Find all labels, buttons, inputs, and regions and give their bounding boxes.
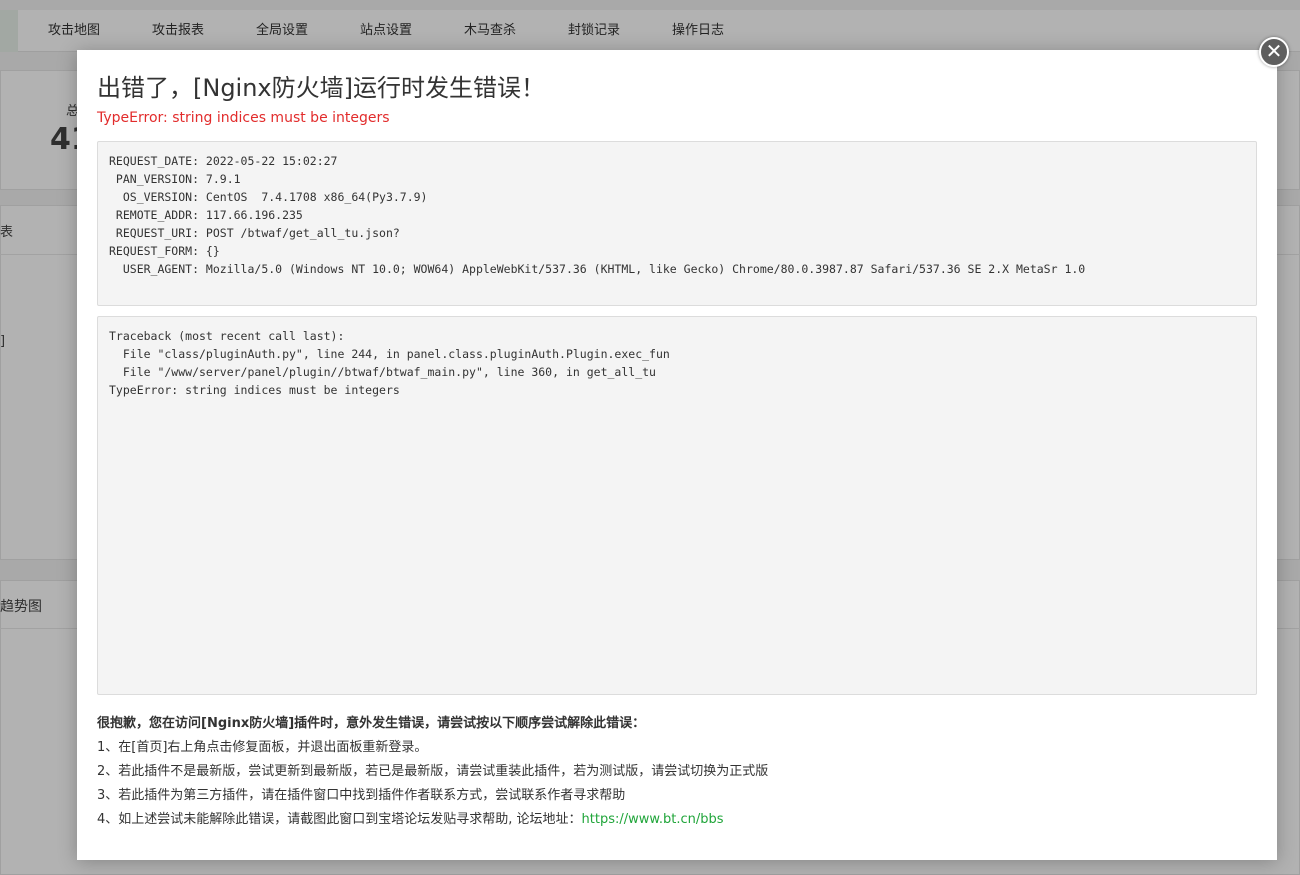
traceback-line: Traceback (most recent call last): bbox=[109, 329, 345, 343]
error-message: TypeError: string indices must be intege… bbox=[97, 110, 390, 126]
request-info-line: OS_VERSION: CentOS 7.4.1708 x86_64(Py3.7… bbox=[109, 190, 428, 204]
close-icon[interactable]: ✕ bbox=[1259, 37, 1289, 67]
help-step: 3、若此插件为第三方插件，请在插件窗口中找到插件作者联系方式，尝试联系作者寻求帮… bbox=[97, 788, 626, 803]
request-info-line: REQUEST_URI: POST /btwaf/get_all_tu.json… bbox=[109, 226, 400, 240]
help-section: 很抱歉，您在访问[Nginx防火墙]插件时，意外发生错误，请尝试按以下顺序尝试解… bbox=[97, 712, 768, 832]
request-info-box: REQUEST_DATE: 2022-05-22 15:02:27 PAN_VE… bbox=[97, 141, 1257, 306]
traceback-line: TypeError: string indices must be intege… bbox=[109, 383, 400, 397]
help-step-text: 4、如上述尝试未能解除此错误，请截图此窗口到宝塔论坛发贴寻求帮助, 论坛地址： bbox=[97, 812, 582, 827]
traceback-box: Traceback (most recent call last): File … bbox=[97, 316, 1257, 695]
help-step: 1、在[首页]右上角点击修复面板，并退出面板重新登录。 bbox=[97, 740, 428, 755]
help-step-with-link: 4、如上述尝试未能解除此错误，请截图此窗口到宝塔论坛发贴寻求帮助, 论坛地址：h… bbox=[97, 808, 768, 832]
request-info-line: REQUEST_FORM: {} bbox=[109, 244, 220, 258]
request-info-line: REQUEST_DATE: 2022-05-22 15:02:27 bbox=[109, 154, 338, 168]
traceback-line: File "/www/server/panel/plugin//btwaf/bt… bbox=[109, 365, 656, 379]
traceback-line: File "class/pluginAuth.py", line 244, in… bbox=[109, 347, 670, 361]
help-heading: 很抱歉，您在访问[Nginx防火墙]插件时，意外发生错误，请尝试按以下顺序尝试解… bbox=[97, 716, 646, 731]
request-info-line: PAN_VERSION: 7.9.1 bbox=[109, 172, 241, 186]
help-step: 2、若此插件不是最新版，尝试更新到最新版，若已是最新版，请尝试重装此插件，若为测… bbox=[97, 764, 769, 779]
forum-link[interactable]: https://www.bt.cn/bbs bbox=[582, 812, 724, 827]
dialog-title: 出错了，[Nginx防火墙]运行时发生错误！ bbox=[97, 74, 545, 102]
request-info-line: REMOTE_ADDR: 117.66.196.235 bbox=[109, 208, 303, 222]
request-info-line: USER_AGENT: Mozilla/5.0 (Windows NT 10.0… bbox=[109, 262, 1086, 276]
error-dialog: 出错了，[Nginx防火墙]运行时发生错误！ TypeError: string… bbox=[77, 50, 1277, 860]
